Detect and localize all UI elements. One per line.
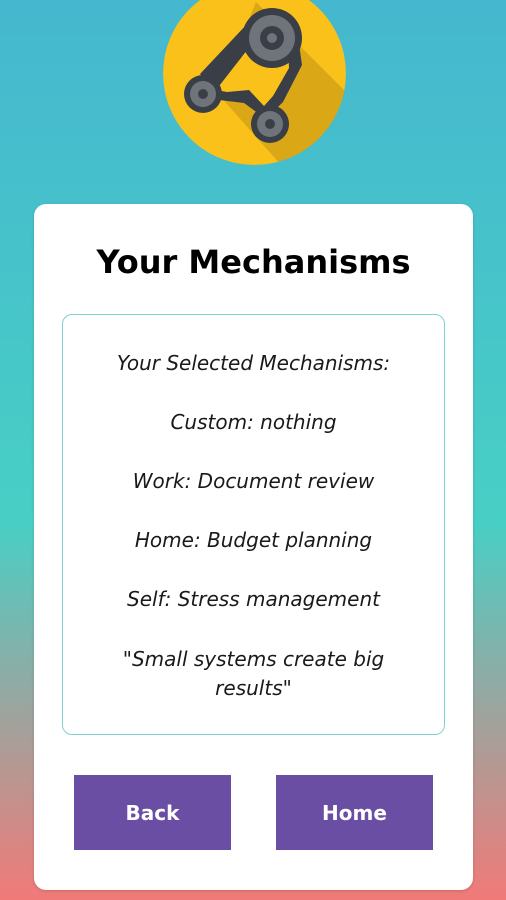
- selection-item-self: Self: Stress management: [127, 587, 380, 611]
- selection-heading: Your Selected Mechanisms:: [116, 351, 391, 375]
- app-screen: Your Mechanisms Your Selected Mechanisms…: [0, 0, 506, 900]
- selection-summary-box: Your Selected Mechanisms: Custom: nothin…: [62, 314, 445, 735]
- page-title: Your Mechanisms: [96, 243, 411, 281]
- selection-item-home: Home: Budget planning: [134, 528, 373, 552]
- belt-drive-gears-icon: [163, 0, 346, 165]
- selection-item-work: Work: Document review: [132, 469, 375, 493]
- home-button[interactable]: Home: [276, 775, 433, 850]
- selection-item-custom: Custom: nothing: [170, 410, 337, 434]
- motivational-quote: "Small systems create big results": [122, 647, 385, 700]
- mechanisms-card: Your Mechanisms Your Selected Mechanisms…: [34, 204, 473, 890]
- back-button[interactable]: Back: [74, 775, 231, 850]
